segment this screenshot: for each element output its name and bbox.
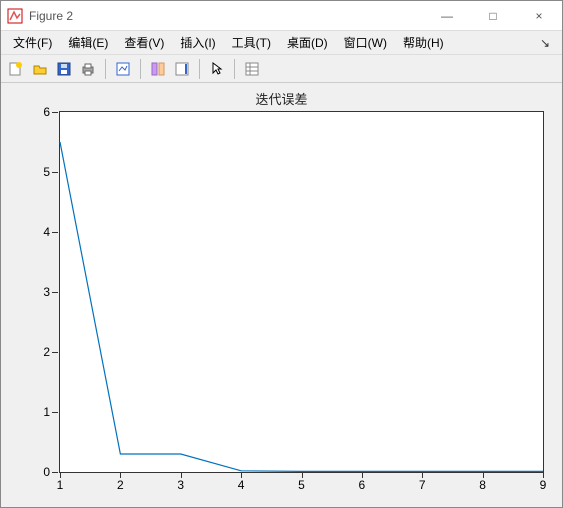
axes[interactable]: 0123456123456789 — [59, 111, 544, 473]
y-tick — [52, 292, 58, 293]
insert-colorbar-icon[interactable] — [171, 58, 193, 80]
y-tick-label: 4 — [30, 225, 50, 239]
link-icon[interactable] — [147, 58, 169, 80]
y-tick — [52, 352, 58, 353]
toolbar-separator — [234, 59, 235, 79]
minimize-button[interactable]: — — [424, 1, 470, 31]
menu-file[interactable]: 文件(F) — [5, 32, 60, 53]
y-tick-label: 6 — [30, 105, 50, 119]
menubar-overflow-icon[interactable]: ↘ — [540, 36, 558, 50]
x-tick-label: 9 — [540, 478, 547, 492]
titlebar[interactable]: Figure 2 — □ × — [1, 1, 562, 31]
new-figure-icon[interactable] — [5, 58, 27, 80]
figure-window: Figure 2 — □ × 文件(F) 编辑(E) 查看(V) 插入(I) 工… — [0, 0, 563, 508]
x-tick-label: 1 — [57, 478, 64, 492]
chart-title: 迭代误差 — [1, 89, 562, 108]
y-tick — [52, 412, 58, 413]
data-line — [60, 112, 543, 472]
menu-window[interactable]: 窗口(W) — [336, 32, 395, 53]
x-tick-label: 6 — [359, 478, 366, 492]
y-tick — [52, 472, 58, 473]
y-tick-label: 2 — [30, 345, 50, 359]
y-tick-label: 3 — [30, 285, 50, 299]
open-icon[interactable] — [29, 58, 51, 80]
toolbar-separator — [105, 59, 106, 79]
toolbar-separator — [140, 59, 141, 79]
save-icon[interactable] — [53, 58, 75, 80]
x-tick-label: 3 — [177, 478, 184, 492]
y-tick-label: 1 — [30, 405, 50, 419]
x-tick-label: 5 — [298, 478, 305, 492]
menu-help[interactable]: 帮助(H) — [395, 32, 452, 53]
x-tick-label: 7 — [419, 478, 426, 492]
window-title: Figure 2 — [29, 9, 73, 23]
menu-insert[interactable]: 插入(I) — [172, 32, 223, 53]
x-tick-label: 2 — [117, 478, 124, 492]
menubar: 文件(F) 编辑(E) 查看(V) 插入(I) 工具(T) 桌面(D) 窗口(W… — [1, 31, 562, 55]
y-tick-label: 0 — [30, 465, 50, 479]
maximize-button[interactable]: □ — [470, 1, 516, 31]
close-button[interactable]: × — [516, 1, 562, 31]
pointer-icon[interactable] — [206, 58, 228, 80]
edit-plot-icon[interactable] — [112, 58, 134, 80]
menu-desktop[interactable]: 桌面(D) — [279, 32, 336, 53]
x-tick-label: 8 — [479, 478, 486, 492]
y-tick — [52, 172, 58, 173]
toolbar-separator — [199, 59, 200, 79]
print-icon[interactable] — [77, 58, 99, 80]
menu-edit[interactable]: 编辑(E) — [60, 32, 116, 53]
project-icon[interactable] — [241, 58, 263, 80]
y-tick — [52, 112, 58, 113]
y-tick — [52, 232, 58, 233]
menu-view[interactable]: 查看(V) — [116, 32, 172, 53]
plot-area: 迭代误差 0123456123456789 — [1, 83, 562, 507]
y-tick-label: 5 — [30, 165, 50, 179]
toolbar — [1, 55, 562, 83]
x-tick-label: 4 — [238, 478, 245, 492]
menu-tools[interactable]: 工具(T) — [224, 32, 279, 53]
matlab-icon — [7, 8, 23, 24]
